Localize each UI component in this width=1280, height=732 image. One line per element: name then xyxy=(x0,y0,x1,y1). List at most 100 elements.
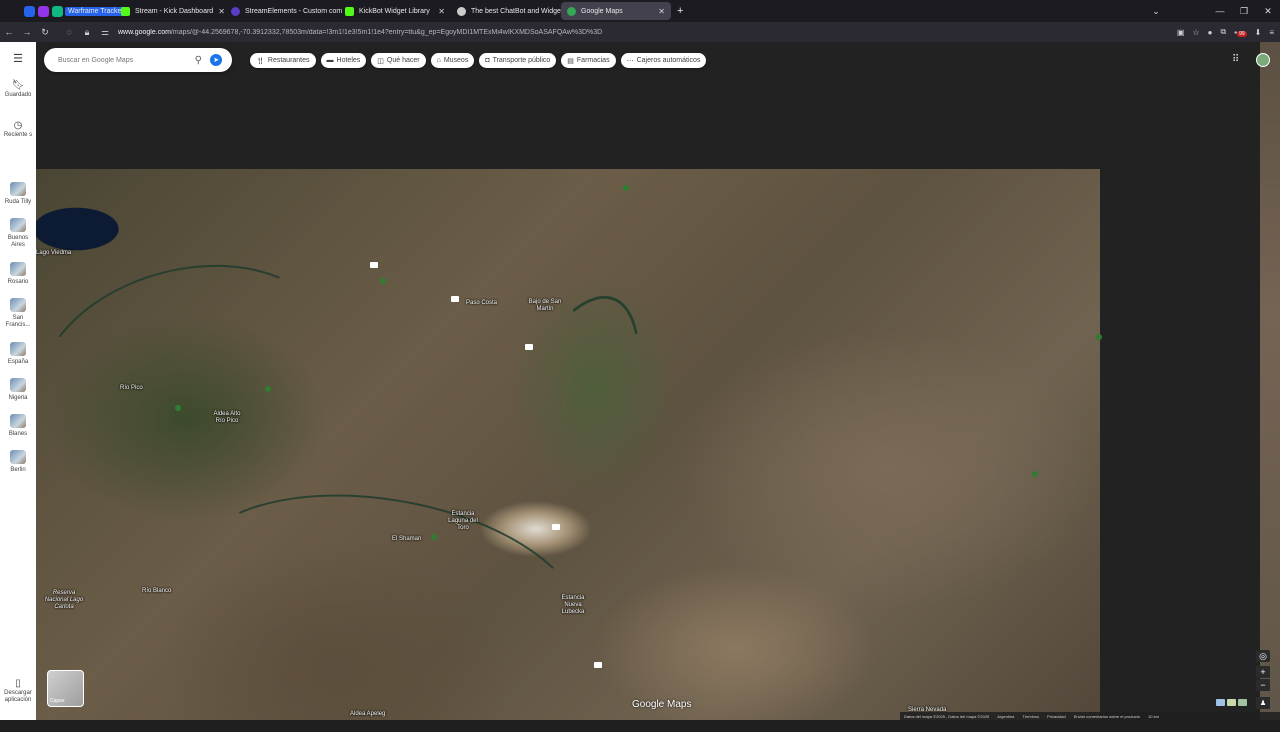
route-shield[interactable] xyxy=(370,262,378,268)
route-shield[interactable] xyxy=(594,662,602,668)
sidebar-item-recent-place[interactable]: España xyxy=(0,342,36,366)
notification-icon[interactable]: ▪ 99 xyxy=(1234,28,1247,37)
place-label[interactable]: Paso Costa xyxy=(466,300,497,307)
extensions-puzzle-icon[interactable]: ⧉ xyxy=(1221,27,1227,37)
back-icon[interactable]: ← xyxy=(0,27,18,37)
place-label[interactable]: Aldea Alto Río Pico xyxy=(208,411,246,425)
sidebar-item-recent-place[interactable]: Buenos Aires xyxy=(0,218,36,249)
chip-restaurants[interactable]: 🍴︎ Restaurantes xyxy=(250,53,316,68)
chip-transit[interactable]: ◘ Transporte público xyxy=(479,53,557,68)
zoom-in-button[interactable]: + xyxy=(1256,666,1270,678)
tab-google-maps[interactable]: Google Maps ✕ xyxy=(561,2,671,20)
route-shield[interactable] xyxy=(525,344,533,350)
sidebar-item-recent-place[interactable]: Ruda Tilly xyxy=(0,182,36,206)
shield-icon[interactable]: ◌ xyxy=(60,27,78,37)
extension-icon[interactable]: ● xyxy=(1208,28,1213,37)
google-apps-icon[interactable]: ⠿ xyxy=(1232,54,1239,65)
chip-pharmacies[interactable]: ▤ Farmacias xyxy=(561,53,616,68)
close-icon[interactable]: ✕ xyxy=(438,7,445,16)
footer-link[interactable]: Términos xyxy=(1022,714,1039,719)
my-location-icon[interactable]: ◎ xyxy=(1256,650,1270,662)
place-label[interactable]: Estancia Laguna del Toro xyxy=(448,511,478,532)
sidebar-item-recent-place[interactable]: Berlin xyxy=(0,450,36,474)
search-icon[interactable]: ⚲ xyxy=(195,55,202,66)
route-marker[interactable] xyxy=(380,278,386,284)
place-label[interactable]: Bajo de San Martín xyxy=(527,299,563,313)
route-marker[interactable] xyxy=(1096,334,1102,340)
tab-strip: Warframe Tracker Stream - Kick Dashboard… xyxy=(0,0,1280,22)
scale-bar[interactable]: 10 km xyxy=(1148,714,1159,719)
tab-kickbot[interactable]: KickBot Widget Library ✕ xyxy=(339,2,451,20)
place-label[interactable]: Aldea Apeleg xyxy=(350,711,385,718)
close-window-icon[interactable]: ✕ xyxy=(1256,6,1280,17)
place-thumbnail xyxy=(10,218,26,232)
sidebar-item-recent-place[interactable]: Rosario xyxy=(0,262,36,286)
sidebar-item-recent-place[interactable]: San Francis... xyxy=(0,298,36,329)
menu-icon[interactable]: ≡ xyxy=(1269,28,1274,37)
place-thumbnail xyxy=(10,298,26,312)
sidebar-item-recents[interactable]: ◷ Reciente s xyxy=(0,120,36,139)
history-icon: ◷ xyxy=(13,120,23,131)
reload-icon[interactable]: ↻ xyxy=(36,27,54,38)
footer-link[interactable]: Argentina xyxy=(997,714,1014,719)
tab-chatbot[interactable]: The best ChatBot and Widgets✕ xyxy=(451,2,578,20)
map-type-thumb[interactable] xyxy=(1227,699,1236,706)
place-label[interactable]: Estancia Nueva Lubecka xyxy=(558,595,588,616)
map-type-thumb[interactable] xyxy=(1238,699,1247,706)
permissions-icon[interactable]: ⚌ xyxy=(96,27,114,38)
pegman-icon[interactable]: ♟ xyxy=(1256,697,1270,709)
toolbar-actions: ▣ ☆ ● ⧉ ▪ 99 ⬇ ≡ xyxy=(1177,22,1274,42)
zoom-out-button[interactable]: − xyxy=(1256,679,1270,691)
reader-view-icon[interactable]: ▣ xyxy=(1177,28,1185,37)
route-marker[interactable] xyxy=(265,386,271,392)
download-app-button[interactable]: ▯ Descargar aplicación xyxy=(0,679,36,704)
chip-things-to-do[interactable]: ◫ Qué hacer xyxy=(371,53,426,68)
new-tab-button[interactable]: + xyxy=(671,2,689,20)
address-bar[interactable]: www.google.com/maps/@-44.2569678,-70.391… xyxy=(118,29,1018,36)
place-label[interactable]: El Shaman xyxy=(392,536,421,543)
close-icon[interactable]: ✕ xyxy=(218,7,225,16)
sidebar-item-recent-place[interactable]: Nigeria xyxy=(0,378,36,402)
place-label[interactable]: Río Pico xyxy=(120,385,143,392)
minimize-icon[interactable]: — xyxy=(1208,6,1232,16)
route-marker[interactable] xyxy=(623,185,629,191)
footer-link[interactable]: Privacidad xyxy=(1047,714,1066,719)
sidebar-item-recent-place[interactable]: Blanes xyxy=(0,414,36,438)
transit-icon: ◘ xyxy=(485,57,490,64)
download-icon[interactable]: ⬇ xyxy=(1255,28,1262,37)
close-icon[interactable]: ✕ xyxy=(658,7,665,16)
search-input[interactable] xyxy=(56,55,187,65)
route-shield[interactable] xyxy=(451,296,459,302)
place-label[interactable]: Lago Viedma xyxy=(36,250,71,257)
bookmark-star-icon[interactable]: ☆ xyxy=(1192,28,1199,37)
map-footer: Datos del mapa ©2025 , Datos del mapa ©2… xyxy=(900,712,1280,720)
route-shield[interactable] xyxy=(552,524,560,530)
tab-list-icon[interactable]: ⌄ xyxy=(1144,6,1168,17)
sidebar-item-saved[interactable]: 🔖︎ Guardado xyxy=(0,81,36,99)
route-marker[interactable] xyxy=(1032,471,1038,477)
pinned-tab-3[interactable] xyxy=(52,5,63,17)
route-marker[interactable] xyxy=(431,534,437,540)
route-marker[interactable] xyxy=(175,405,181,411)
chip-hotels[interactable]: ▬ Hoteles xyxy=(320,53,367,68)
forward-icon[interactable]: → xyxy=(18,27,36,37)
pinned-tab-1[interactable] xyxy=(24,5,35,17)
chip-atms[interactable]: ⋯ Cajeros automáticos xyxy=(620,53,707,68)
pinned-tab-2[interactable] xyxy=(38,5,49,17)
tab-streamelements[interactable]: StreamElements - Custom com✕ xyxy=(225,2,354,20)
map-type-thumb[interactable] xyxy=(1216,699,1225,706)
chip-museums[interactable]: ⌂ Museos xyxy=(430,53,475,68)
directions-icon[interactable]: ➤ xyxy=(210,54,222,66)
navigation-bar: ← → ↻ ◌ 🔒︎ ⚌ www.google.com/maps/@-44.25… xyxy=(0,22,1280,42)
menu-icon[interactable]: ☰ xyxy=(0,54,36,65)
avatar[interactable] xyxy=(1256,53,1270,67)
place-label[interactable]: Reserva Nacional Lago Carlota xyxy=(44,590,84,611)
satellite-imagery[interactable] xyxy=(15,169,1100,732)
category-chips: 🍴︎ Restaurantes ▬ Hoteles ◫ Qué hacer ⌂ Muse… xyxy=(250,53,707,68)
notification-badge: 99 xyxy=(1237,30,1247,37)
maximize-icon[interactable]: ❐ xyxy=(1232,6,1256,17)
tab-warframe-tracker[interactable]: Warframe Tracker xyxy=(63,2,127,20)
place-label[interactable]: Río Blanco xyxy=(142,588,171,595)
tab-kick-dashboard[interactable]: Stream - Kick Dashboard ✕ xyxy=(115,2,225,20)
footer-link[interactable]: Enviar comentarios sobre el producto xyxy=(1074,714,1140,719)
